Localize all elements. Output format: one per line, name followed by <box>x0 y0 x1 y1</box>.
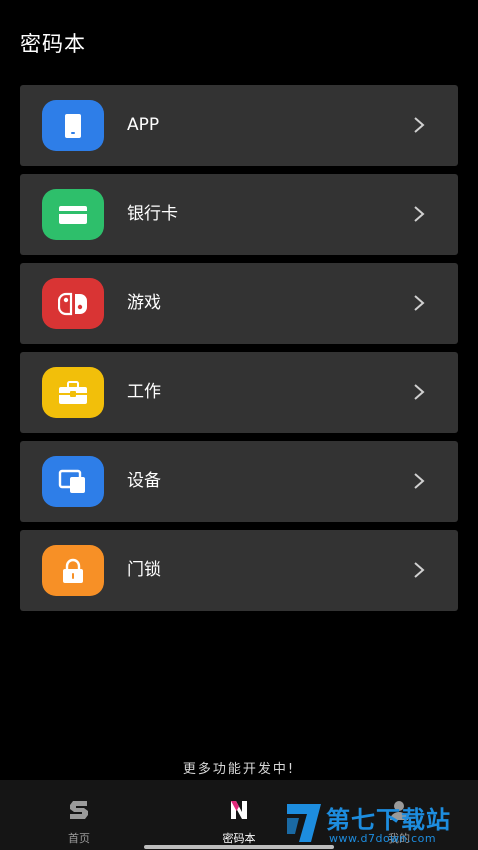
lock-icon <box>63 558 83 583</box>
home-s-icon <box>70 801 88 819</box>
briefcase-icon <box>59 380 87 404</box>
tab-label: 首页 <box>68 832 90 845</box>
category-item-work[interactable]: 工作 <box>20 352 458 433</box>
chevron-right-icon <box>414 295 425 311</box>
game-controller-icon <box>58 292 87 315</box>
games-tile <box>42 278 104 329</box>
door-lock-tile <box>42 545 104 596</box>
category-label: 门锁 <box>127 560 161 580</box>
tab-home[interactable]: 首页 <box>19 780 139 850</box>
devices-icon <box>58 469 85 493</box>
category-label: 游戏 <box>127 293 161 313</box>
category-item-app[interactable]: APP <box>20 85 458 166</box>
app-tile <box>42 100 104 151</box>
category-label: 工作 <box>127 382 161 402</box>
tab-passbook[interactable]: 密码本 <box>179 780 299 850</box>
category-label: 设备 <box>127 471 161 491</box>
chevron-right-icon <box>414 206 425 222</box>
d7-logo-icon <box>287 804 321 842</box>
watermark-url: www.d7down.com <box>329 832 437 845</box>
tab-label: 密码本 <box>222 832 256 845</box>
category-item-games[interactable]: 游戏 <box>20 263 458 344</box>
phone-icon <box>65 113 81 138</box>
watermark: 第七下载站 www.d7down.com <box>285 800 475 848</box>
devices-tile <box>42 456 104 507</box>
chevron-right-icon <box>414 384 425 400</box>
work-tile <box>42 367 104 418</box>
page-title: 密码本 <box>20 32 86 56</box>
category-list: APP 银行卡 游戏 工作 设备 门锁 <box>20 85 458 619</box>
chevron-right-icon <box>414 562 425 578</box>
category-label: APP <box>127 115 160 135</box>
bank-card-tile <box>42 189 104 240</box>
chevron-right-icon <box>414 473 425 489</box>
more-features-hint: 更多功能开发中! <box>182 762 296 777</box>
category-label: 银行卡 <box>127 204 178 224</box>
watermark-title: 第七下载站 <box>326 806 451 834</box>
credit-card-icon <box>59 205 87 224</box>
chevron-right-icon <box>414 117 425 133</box>
category-item-devices[interactable]: 设备 <box>20 441 458 522</box>
category-item-door-lock[interactable]: 门锁 <box>20 530 458 611</box>
passbook-n-icon <box>231 801 247 819</box>
category-item-bank-card[interactable]: 银行卡 <box>20 174 458 255</box>
